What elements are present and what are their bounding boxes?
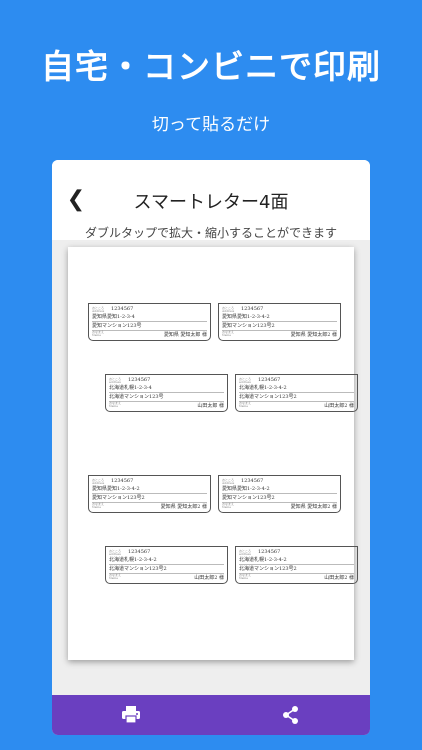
address-line-2: 愛知マンション123号 bbox=[92, 323, 207, 331]
recipient-name: 愛知県 愛知太郎 様 bbox=[163, 332, 207, 338]
zip-caption-en: address bbox=[109, 552, 121, 556]
zip-caption-en: Address bbox=[222, 309, 235, 313]
printer-icon[interactable] bbox=[120, 705, 142, 725]
page-title: スマートレター4面 bbox=[133, 192, 289, 213]
address-line-2: 北海道マンション123号2 bbox=[239, 566, 354, 574]
address-label: おところ Address 1234567 愛知県愛知1-2-3-4-2 愛知マン… bbox=[218, 303, 341, 341]
address-label: おところ Address 1234567 愛知県愛知1-2-3-4-2 愛知マン… bbox=[88, 475, 211, 513]
headline: 自宅・コンビニで印刷 bbox=[41, 47, 381, 86]
recipient-name: 愛知県 愛知太郎2 様 bbox=[290, 332, 337, 338]
address-label: おところ address 1234567 北海道札幌1-2-3-4-2 北海道マ… bbox=[105, 546, 228, 584]
address-label: おところ address 1234567 北海道札幌1-2-3-4-2 北海道マ… bbox=[235, 374, 358, 412]
address-line-2: 愛知マンション123号2 bbox=[222, 323, 337, 331]
address-line-1: 愛知県愛知1-2-3-4-2 bbox=[222, 486, 337, 494]
name-caption-en: Name bbox=[109, 404, 119, 408]
zip-caption-en: Address bbox=[92, 481, 105, 485]
share-icon[interactable] bbox=[280, 705, 302, 725]
address-line-1: 愛知県愛知1-2-3-4-2 bbox=[222, 314, 337, 322]
zip-code: 1234567 bbox=[258, 377, 281, 383]
recipient-name: 山田太郎2 様 bbox=[324, 575, 354, 581]
zip-code: 1234567 bbox=[241, 306, 264, 312]
app-bar: ❮ スマートレター4面 ダブルタップで拡大・縮小することができます bbox=[52, 160, 370, 240]
recipient-name: 山田太郎2 様 bbox=[324, 403, 354, 409]
name-caption-en: Name bbox=[92, 505, 102, 509]
preview-sheet[interactable]: おところ Address 1234567 愛知県愛知1-2-3-4 愛知マンショ… bbox=[68, 247, 358, 660]
zip-code: 1234567 bbox=[128, 549, 151, 555]
phone-screen: ❮ スマートレター4面 ダブルタップで拡大・縮小することができます おところ A… bbox=[52, 160, 370, 735]
zip-caption-en: address bbox=[109, 380, 121, 384]
address-label: おところ address 1234567 北海道札幌1-2-3-4-2 北海道マ… bbox=[235, 546, 358, 584]
name-caption-en: Name bbox=[109, 576, 119, 580]
zip-code: 1234567 bbox=[111, 306, 134, 312]
recipient-name: 愛知県 愛知太郎2 様 bbox=[160, 504, 207, 510]
zip-caption-en: Address bbox=[222, 481, 235, 485]
name-caption-en: Name bbox=[222, 505, 232, 509]
address-line-2: 愛知マンション123号2 bbox=[222, 495, 337, 503]
subline: 切って貼るだけ bbox=[151, 115, 271, 135]
address-line-1: 北海道札幌1-2-3-4 bbox=[109, 385, 224, 393]
address-label: おところ Address 1234567 愛知県愛知1-2-3-4-2 愛知マン… bbox=[218, 475, 341, 513]
address-line-1: 北海道札幌1-2-3-4-2 bbox=[109, 557, 224, 565]
recipient-name: 愛知県 愛知太郎2 様 bbox=[290, 504, 337, 510]
name-caption-en: Name bbox=[92, 333, 102, 337]
name-caption-en: Name bbox=[239, 576, 249, 580]
zip-code: 1234567 bbox=[128, 377, 151, 383]
address-line-2: 北海道マンション123号 bbox=[109, 394, 224, 402]
address-line-1: 愛知県愛知1-2-3-4-2 bbox=[92, 486, 207, 494]
zip-code: 1234567 bbox=[258, 549, 281, 555]
address-line-2: 愛知マンション123号2 bbox=[92, 495, 207, 503]
zip-caption-en: address bbox=[239, 552, 251, 556]
address-line-1: 愛知県愛知1-2-3-4 bbox=[92, 314, 207, 322]
address-line-1: 北海道札幌1-2-3-4-2 bbox=[239, 385, 354, 393]
name-caption-en: Name bbox=[239, 404, 249, 408]
address-line-1: 北海道札幌1-2-3-4-2 bbox=[239, 557, 354, 565]
zip-code: 1234567 bbox=[241, 478, 264, 484]
zip-caption-en: Address bbox=[92, 309, 105, 313]
recipient-name: 山田太郎2 様 bbox=[194, 575, 224, 581]
address-line-2: 北海道マンション123号2 bbox=[239, 394, 354, 402]
address-label: おところ address 1234567 北海道札幌1-2-3-4 北海道マンシ… bbox=[105, 374, 228, 412]
zip-code: 1234567 bbox=[111, 478, 134, 484]
bottom-toolbar bbox=[52, 695, 370, 735]
name-caption-en: Name bbox=[222, 333, 232, 337]
zip-caption-en: address bbox=[239, 380, 251, 384]
recipient-name: 山田太郎 様 bbox=[197, 403, 224, 409]
address-line-2: 北海道マンション123号2 bbox=[109, 566, 224, 574]
address-label: おところ Address 1234567 愛知県愛知1-2-3-4 愛知マンショ… bbox=[88, 303, 211, 341]
zoom-hint: ダブルタップで拡大・縮小することができます bbox=[84, 226, 337, 240]
